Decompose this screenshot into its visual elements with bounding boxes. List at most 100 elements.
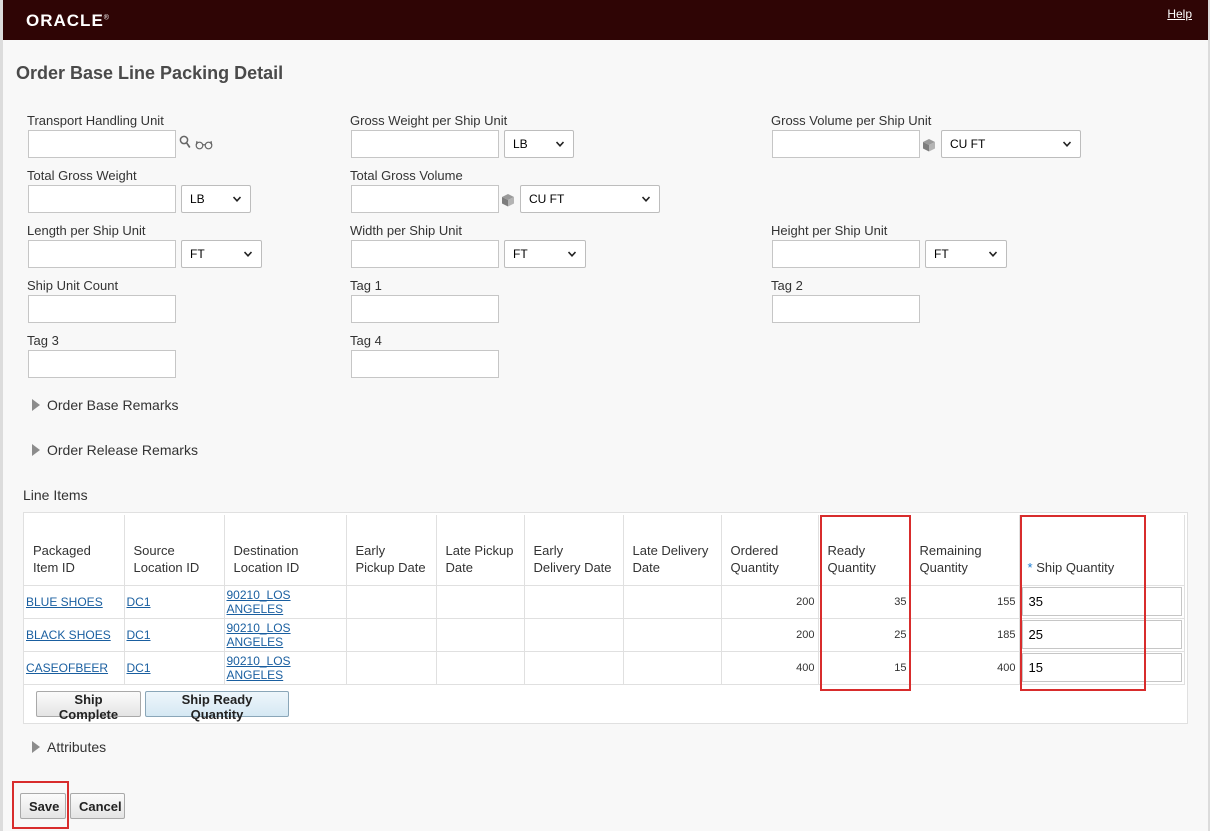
early-delivery-cell (524, 651, 624, 685)
early-delivery-cell (524, 618, 624, 652)
gross-weight-per-ship-unit-label: Gross Weight per Ship Unit (350, 113, 508, 128)
chevron-down-icon (989, 251, 997, 257)
col-late-pickup-date[interactable]: Late Pickup Date (436, 515, 525, 586)
chevron-down-icon (642, 196, 650, 202)
page-title: Order Base Line Packing Detail (16, 63, 284, 83)
gross-weight-per-ship-unit-input[interactable] (351, 130, 499, 158)
source-location-link[interactable]: DC1 (127, 628, 151, 642)
chevron-down-icon (568, 251, 576, 257)
destination-location-link[interactable]: 90210_LOS ANGELES (227, 621, 291, 649)
help-link[interactable]: Help (1167, 7, 1192, 21)
col-packaged-item-id[interactable]: Packaged Item ID (24, 515, 125, 586)
expand-triangle-icon (32, 444, 40, 456)
tag3-label: Tag 3 (27, 333, 59, 348)
col-early-pickup-date[interactable]: Early Pickup Date (346, 515, 437, 586)
total-gross-weight-unit-select[interactable]: LB (181, 185, 251, 213)
col-late-delivery-date[interactable]: Late Delivery Date (623, 515, 722, 586)
order-release-remarks-toggle[interactable]: Order Release Remarks (32, 442, 198, 458)
source-location-link[interactable]: DC1 (127, 661, 151, 675)
save-button-highlight (12, 781, 69, 829)
destination-location-link[interactable]: 90210_LOS ANGELES (227, 588, 291, 616)
table-row: CASEOFBEER DC1 90210_LOS ANGELES 400 15 … (24, 651, 1185, 685)
length-unit-select[interactable]: FT (181, 240, 262, 268)
packaged-item-link[interactable]: BLACK SHOES (26, 628, 111, 642)
ship-unit-count-label: Ship Unit Count (27, 278, 119, 293)
order-base-remarks-toggle[interactable]: Order Base Remarks (32, 397, 178, 413)
chevron-down-icon (233, 196, 241, 202)
height-unit-select[interactable]: FT (925, 240, 1007, 268)
total-gross-weight-input[interactable] (28, 185, 176, 213)
ship-quantity-highlight (1020, 515, 1146, 691)
early-pickup-cell (346, 585, 437, 619)
tag4-label: Tag 4 (350, 333, 382, 348)
cube-icon (502, 194, 514, 207)
col-early-delivery-date[interactable]: Early Delivery Date (524, 515, 624, 586)
chevron-down-icon (556, 141, 564, 147)
col-remaining-quantity[interactable]: Remaining Quantity (910, 515, 1020, 586)
transport-handling-unit-input[interactable] (28, 130, 176, 158)
packaged-item-link[interactable]: BLUE SHOES (26, 595, 103, 609)
gross-volume-per-ship-unit-input[interactable] (772, 130, 920, 158)
tag2-input[interactable] (772, 295, 920, 323)
ready-quantity-highlight (820, 515, 911, 691)
source-location-link[interactable]: DC1 (127, 595, 151, 609)
order-base-remarks-label: Order Base Remarks (47, 397, 179, 413)
ordered-quantity-cell: 400 (721, 651, 819, 685)
total-gross-volume-label: Total Gross Volume (350, 168, 463, 183)
app-header (3, 0, 1208, 40)
late-pickup-cell (436, 651, 525, 685)
line-items-table: Packaged Item ID Source Location ID Dest… (24, 515, 1185, 685)
chevron-down-icon (244, 251, 252, 257)
gross-weight-unit-select[interactable]: LB (504, 130, 574, 158)
search-icon[interactable] (179, 135, 191, 152)
width-unit-select[interactable]: FT (504, 240, 586, 268)
total-gross-volume-input[interactable] (351, 185, 499, 213)
width-per-ship-unit-label: Width per Ship Unit (350, 223, 462, 238)
table-row: BLUE SHOES DC1 90210_LOS ANGELES 200 35 … (24, 585, 1185, 619)
oracle-logo: ORACLE® (26, 11, 110, 30)
late-delivery-cell (623, 651, 722, 685)
gross-volume-per-ship-unit-label: Gross Volume per Ship Unit (771, 113, 932, 128)
gross-volume-unit-select[interactable]: CU FT (941, 130, 1081, 158)
line-items-title: Line Items (23, 487, 88, 503)
packaged-item-link[interactable]: CASEOFBEER (26, 661, 108, 675)
cancel-button[interactable]: Cancel (70, 793, 125, 819)
tag3-input[interactable] (28, 350, 176, 378)
height-per-ship-unit-label: Height per Ship Unit (771, 223, 888, 238)
width-per-ship-unit-input[interactable] (351, 240, 499, 268)
col-destination-location-id[interactable]: Destination Location ID (224, 515, 347, 586)
ordered-quantity-cell: 200 (721, 585, 819, 619)
attributes-label: Attributes (47, 739, 107, 755)
height-per-ship-unit-input[interactable] (772, 240, 920, 268)
late-delivery-cell (623, 585, 722, 619)
tag1-input[interactable] (351, 295, 499, 323)
tag4-input[interactable] (351, 350, 499, 378)
remaining-quantity-cell: 155 (910, 585, 1020, 619)
ship-complete-button[interactable]: Ship Complete (36, 691, 141, 722)
tag1-label: Tag 1 (350, 278, 382, 293)
expand-triangle-icon (32, 741, 40, 753)
ship-unit-count-input[interactable] (28, 295, 176, 323)
remaining-quantity-cell: 400 (910, 651, 1020, 685)
length-per-ship-unit-input[interactable] (28, 240, 176, 268)
order-release-remarks-label: Order Release Remarks (47, 442, 198, 458)
remaining-quantity-cell: 185 (910, 618, 1020, 652)
total-gross-volume-unit-select[interactable]: CU FT (520, 185, 660, 213)
tag2-label: Tag 2 (771, 278, 803, 293)
attributes-toggle[interactable]: Attributes (32, 739, 106, 755)
early-pickup-cell (346, 618, 437, 652)
ship-ready-quantity-button[interactable]: Ship Ready Quantity (145, 691, 289, 722)
destination-location-link[interactable]: 90210_LOS ANGELES (227, 654, 291, 682)
transport-handling-unit-label: Transport Handling Unit (27, 113, 164, 128)
ordered-quantity-cell: 200 (721, 618, 819, 652)
col-ordered-quantity[interactable]: Ordered Quantity (721, 515, 819, 586)
late-pickup-cell (436, 618, 525, 652)
early-delivery-cell (524, 585, 624, 619)
table-row: BLACK SHOES DC1 90210_LOS ANGELES 200 25… (24, 618, 1185, 652)
glasses-icon[interactable] (195, 138, 213, 153)
col-source-location-id[interactable]: Source Location ID (124, 515, 225, 586)
total-gross-weight-label: Total Gross Weight (27, 168, 137, 183)
late-pickup-cell (436, 585, 525, 619)
table-header-row: Packaged Item ID Source Location ID Dest… (24, 515, 1185, 586)
chevron-down-icon (1063, 141, 1071, 147)
